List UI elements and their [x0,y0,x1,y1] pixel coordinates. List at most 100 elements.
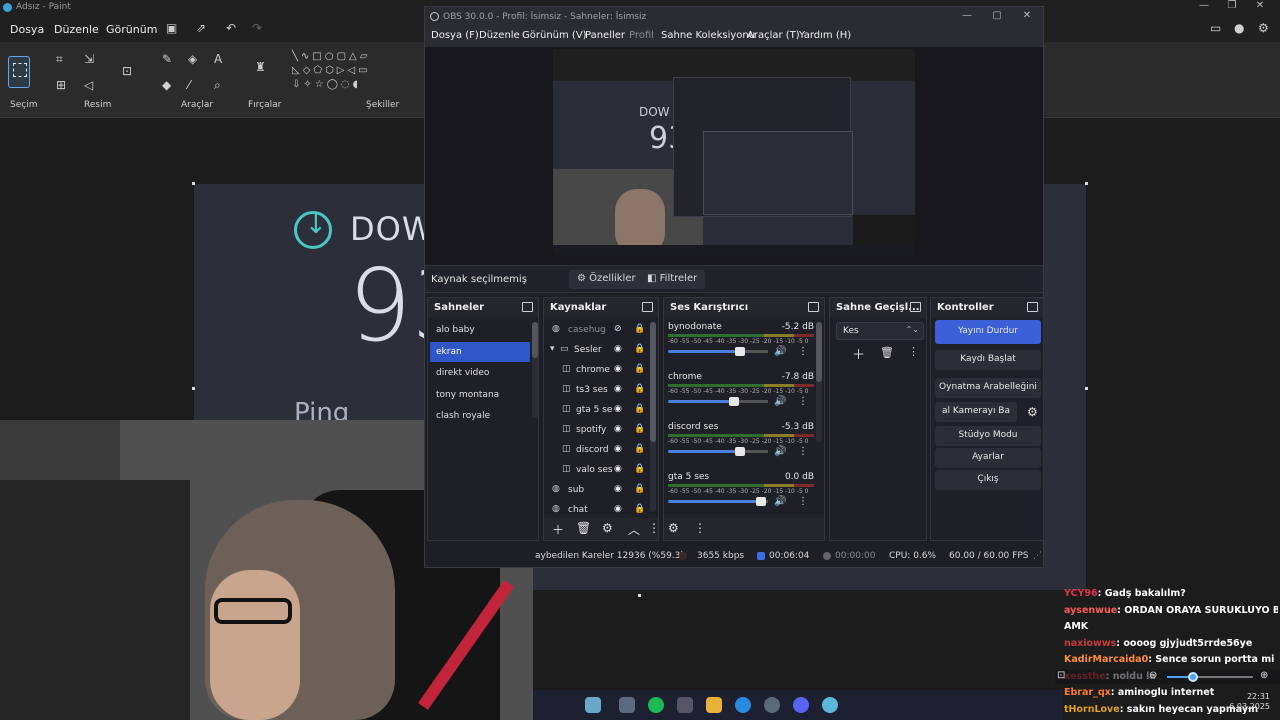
obs-menu-item[interactable]: Paneller [585,30,625,41]
dock-popout-icon[interactable] [1027,302,1038,312]
minimize-icon[interactable]: — [1190,0,1218,11]
menu-file[interactable]: Dosya [10,23,44,36]
channel-more-icon[interactable]: ⋮ [798,446,808,457]
scenes-scroll-thumb[interactable] [532,322,538,358]
add-transition-icon[interactable]: ＋ [852,344,865,363]
color-picker-icon[interactable]: ⁄ [188,78,190,92]
eye-hidden-icon[interactable]: ⊘ [614,324,622,334]
control-button[interactable]: Kaydı Başlat [935,350,1041,370]
eye-icon[interactable]: ◉ [614,444,622,454]
discord-icon[interactable] [793,697,809,713]
steam-icon[interactable] [764,697,780,713]
lock-icon[interactable]: 🔒 [634,444,645,454]
volume-knob[interactable] [729,397,739,406]
selection-tool-icon[interactable] [8,56,30,88]
virtual-camera-settings-icon[interactable]: ⚙ [1027,405,1038,419]
chevron-down-icon[interactable]: ▾ [550,344,560,354]
volume-knob[interactable] [735,347,745,356]
shapes-palette[interactable]: ╲∿□○▢△▱ ◺◇⬠⬡▷◁▭ ⇩✧☆◯◌◖ [292,50,402,92]
eye-icon[interactable]: ◉ [614,384,622,394]
sources-scroll-thumb[interactable] [650,322,656,442]
more-options-icon[interactable]: ⋮ [648,521,660,535]
settings-gear-icon[interactable]: ⚙ [1258,21,1269,35]
obs-menu-item[interactable]: Düzenle [479,30,520,41]
filters-button[interactable]: ◧ Filtreler [639,270,706,289]
lock-icon[interactable]: 🔒 [634,464,645,474]
lock-icon[interactable]: 🔒 [634,504,645,514]
obs-menu-item[interactable]: Profil [629,30,654,41]
fill-icon[interactable]: ◈ [188,52,197,66]
scene-item[interactable]: clash royale [430,406,530,426]
lock-icon[interactable]: 🔒 [634,404,645,414]
channel-more-icon[interactable]: ⋮ [798,396,808,407]
share-icon[interactable]: ⇗ [196,21,206,35]
eraser-icon[interactable]: ◆ [162,78,171,92]
eye-icon[interactable]: ◉ [614,504,622,514]
brush-icon[interactable]: ♜ [255,60,266,74]
source-item[interactable]: ◫ discord ◉ 🔒 [544,440,648,460]
redo-icon[interactable]: ↷ [252,21,262,35]
source-item[interactable]: ◫ ts3 ses ◉ 🔒 [544,380,648,400]
source-item[interactable]: ◍ sub ◉ 🔒 [544,480,648,500]
browser-icon[interactable] [822,697,838,713]
source-item[interactable]: ◫ valo ses ◉ 🔒 [544,460,648,480]
fit-icon[interactable]: ⊡ [1057,670,1065,681]
menu-edit[interactable]: Düzenle [54,23,99,36]
lock-icon[interactable]: 🔒 [634,344,645,354]
source-item[interactable]: ◫ spotify ◉ 🔒 [544,420,648,440]
transition-select[interactable]: Kes ⌃⌄ [836,322,924,340]
audio-settings-icon[interactable]: ⚙ [668,521,679,535]
stream-preview[interactable]: DOW 93 [553,49,915,255]
volume-slider[interactable] [668,450,768,453]
feedback-icon[interactable]: ▭ [1210,21,1221,35]
canvas-handle[interactable] [192,387,195,390]
maximize-icon[interactable]: ❐ [1218,0,1246,11]
control-button[interactable]: Ayarlar [935,448,1041,468]
canvas-handle[interactable] [638,594,641,597]
speaker-icon[interactable]: 🔊 [774,446,786,457]
lock-icon[interactable]: 🔒 [634,324,645,334]
zoom-out-icon[interactable]: ⊖ [1149,670,1157,681]
dock-popout-icon[interactable] [808,302,819,312]
obs-menu-item[interactable]: Araçlar (T) [747,30,800,41]
control-button[interactable]: Çıkış [935,470,1041,490]
source-settings-icon[interactable]: ⚙ [602,521,613,535]
source-item[interactable]: ◍ chat ◉ 🔒 [544,500,648,520]
channel-more-icon[interactable]: ⋮ [798,496,808,507]
move-up-icon[interactable]: ︿ [628,521,640,538]
dock-popout-icon[interactable] [642,302,653,312]
undo-icon[interactable]: ↶ [226,21,236,35]
zoom-thumb[interactable] [1188,672,1198,682]
control-button[interactable]: Yayını Durdur [935,320,1041,344]
properties-button[interactable]: ⚙ Özellikler [569,270,644,289]
store-icon[interactable] [677,697,693,713]
edge-icon[interactable] [735,697,751,713]
magnifier-icon[interactable]: ⌕ [214,78,221,93]
system-clock[interactable]: 22:31 6.03.2025 [1200,692,1270,712]
channel-more-icon[interactable]: ⋮ [798,346,808,357]
account-icon[interactable]: ● [1234,21,1244,35]
volume-knob[interactable] [735,447,745,456]
mixer-more-icon[interactable]: ⋮ [694,521,706,535]
eye-icon[interactable]: ◉ [614,464,622,474]
control-button[interactable]: Stüdyo Modu [935,426,1041,446]
speaker-icon[interactable]: 🔊 [774,496,786,507]
volume-knob[interactable] [756,497,766,506]
canvas-handle[interactable] [1085,387,1088,390]
scene-item[interactable]: ekran [430,341,530,362]
zoom-in-icon[interactable]: ⊕ [1260,670,1268,681]
volume-slider[interactable] [668,400,768,403]
lock-icon[interactable]: 🔒 [634,384,645,394]
speaker-icon[interactable]: 🔊 [774,346,786,357]
task-view-icon[interactable] [619,697,635,713]
scene-item[interactable]: direkt video [430,363,530,383]
menu-view[interactable]: Görünüm [106,23,157,36]
obs-menu-item[interactable]: Dosya (F) [431,30,479,41]
obs-close-icon[interactable]: ✕ [1015,10,1039,21]
game-app-icon[interactable] [585,697,601,713]
remove-transition-icon[interactable]: 🗑 [880,346,894,359]
text-icon[interactable]: A [214,52,222,66]
eye-icon[interactable]: ◉ [614,484,622,494]
control-button[interactable]: Oynatma Arabelleğini [935,378,1041,398]
control-button[interactable]: al Kamerayı Ba [935,402,1017,422]
